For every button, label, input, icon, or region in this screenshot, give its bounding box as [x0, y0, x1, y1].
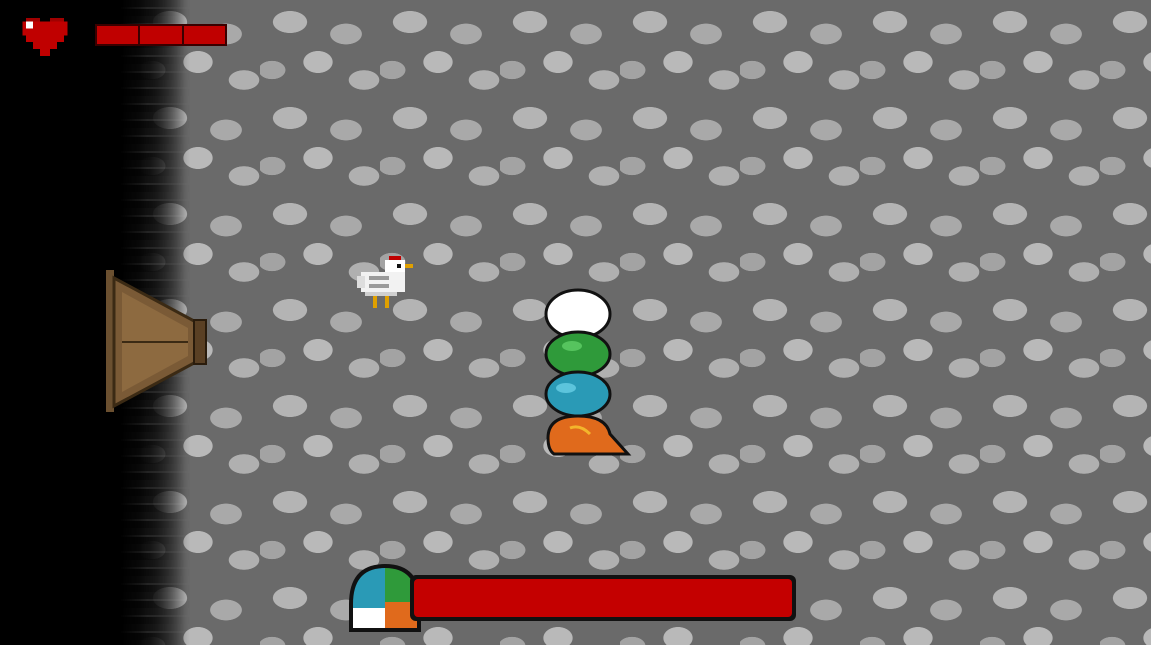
player-health-bar: [95, 24, 227, 46]
green-slime[interactable]: [544, 330, 612, 378]
boss-health-fill: [414, 579, 792, 617]
chicken-sprite[interactable]: [357, 255, 413, 309]
wooden-door[interactable]: [104, 270, 210, 412]
health-segment: [95, 24, 141, 46]
slime-stack-boss[interactable]: [540, 288, 636, 460]
health-segment: [183, 24, 227, 46]
orange-slime[interactable]: [546, 414, 632, 456]
heart-icon: [22, 18, 68, 56]
health-segment: [140, 24, 184, 46]
cobblestone-floor: [140, 0, 1151, 645]
game-viewport[interactable]: [0, 0, 1151, 645]
boss-health-bar: [410, 575, 796, 621]
blue-slime[interactable]: [544, 370, 612, 418]
